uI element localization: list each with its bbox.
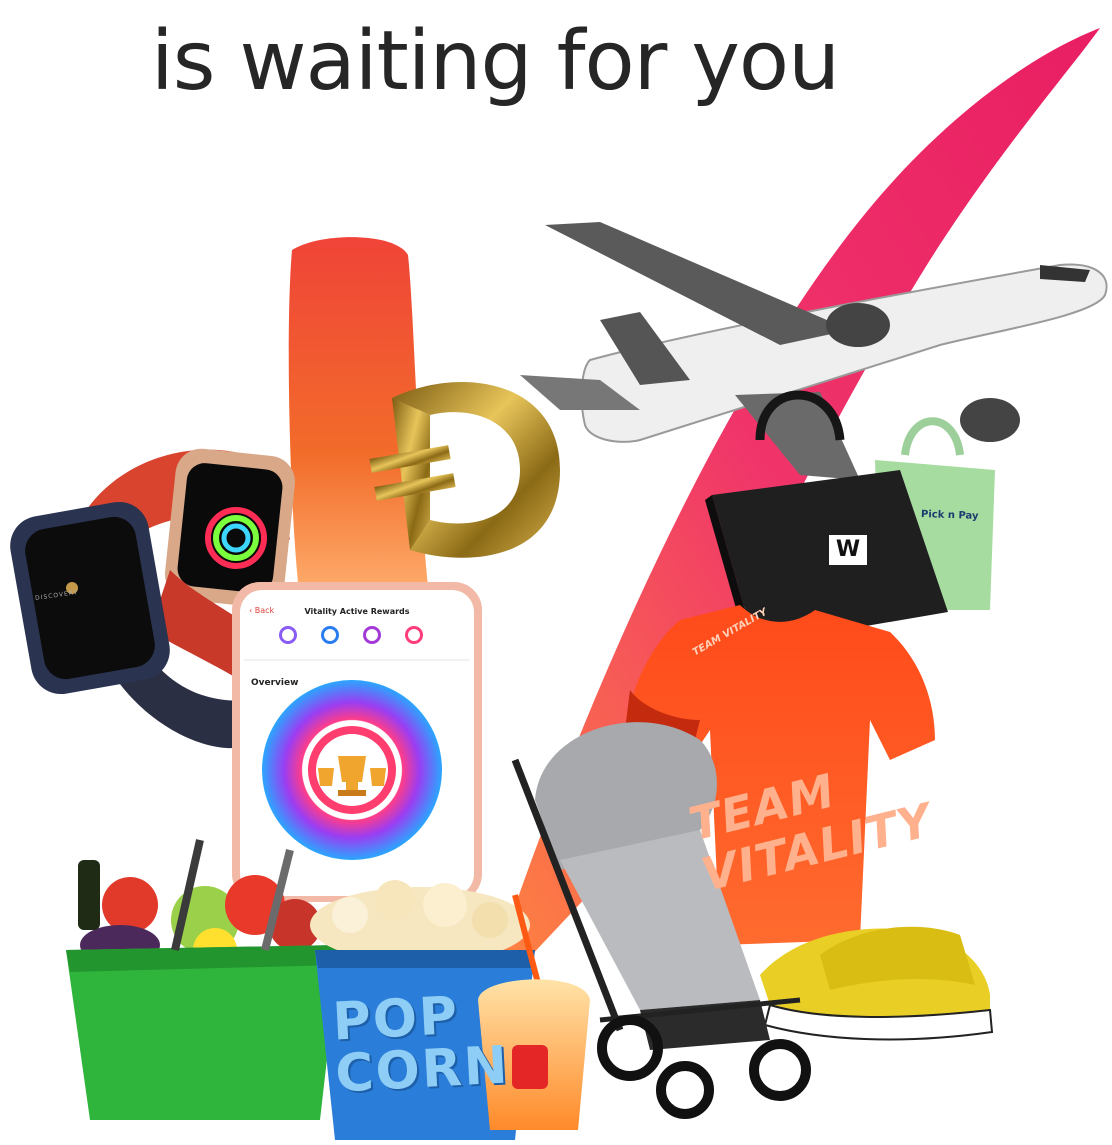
overview-label: Overview [251, 678, 299, 688]
activity-tab-icon[interactable] [279, 626, 297, 644]
rewards-app-screen: ‹ Back Vitality Active Rewards Overview [243, 598, 471, 898]
popcorn-line2: CORN [333, 1035, 511, 1105]
woolworths-logo: W [829, 535, 867, 565]
profile-tab-icon[interactable] [405, 626, 423, 644]
app-screen-title: Vitality Active Rewards [304, 607, 410, 616]
rewards-tab-icon[interactable] [321, 626, 339, 644]
app-tab-bar [273, 626, 443, 650]
rewards-hero-illustration [10, 28, 1108, 1140]
airplane [520, 222, 1108, 480]
popcorn-label: POP CORN [331, 986, 511, 1105]
goals-tab-icon[interactable] [363, 626, 381, 644]
yellow-sneakers [760, 926, 994, 1041]
picknpay-logo: Pick n Pay [920, 509, 979, 522]
